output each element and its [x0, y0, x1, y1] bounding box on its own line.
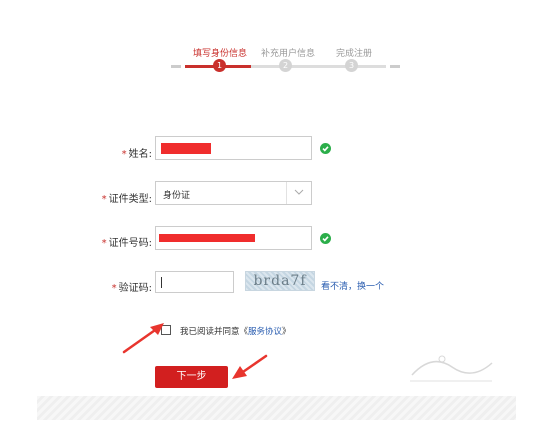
service-agreement-link[interactable]: 服务协议: [248, 327, 282, 337]
id-number-input[interactable]: [155, 226, 312, 250]
name-label: * 姓名:: [121, 149, 152, 160]
footer-hatch-band: [37, 396, 516, 420]
annotation-arrow-icon: [122, 323, 164, 354]
step-1-label: 填写身份信息: [193, 49, 248, 59]
next-step-button[interactable]: 下一步: [155, 366, 228, 388]
step-2-circle: 2: [279, 59, 292, 72]
captcha-input[interactable]: [155, 271, 234, 293]
captcha-image[interactable]: brda7f: [245, 271, 315, 291]
step-1-circle: 1: [213, 59, 226, 72]
name-input[interactable]: [155, 136, 312, 160]
id-type-select[interactable]: 身份证: [155, 181, 312, 205]
step-3-circle: 3: [345, 59, 358, 72]
select-divider: [286, 182, 287, 204]
watermark-logo-icon: [410, 355, 493, 382]
chevron-down-icon: [294, 186, 304, 201]
id-type-selected-value: 身份证: [163, 191, 191, 201]
step-3-label: 完成注册: [336, 49, 373, 59]
annotation-arrow-icon: [232, 354, 268, 379]
name-redacted: [161, 143, 211, 154]
text-cursor: [161, 277, 162, 288]
captcha-refresh-link[interactable]: 看不清，换一个: [321, 279, 384, 292]
step-track-start: [171, 65, 181, 68]
step-track-rest: [251, 65, 386, 68]
id-number-valid-check-icon: [320, 233, 331, 244]
captcha-label: * 验证码:: [111, 283, 152, 294]
agreement-text: 我已阅读并同意《服务协议》: [180, 327, 291, 337]
id-type-label: * 证件类型:: [101, 194, 152, 205]
id-number-label: * 证件号码:: [101, 238, 152, 249]
name-valid-check-icon: [320, 143, 331, 154]
step-2-label: 补充用户信息: [261, 49, 316, 59]
id-number-redacted: [159, 234, 255, 242]
step-track-end: [390, 65, 400, 68]
